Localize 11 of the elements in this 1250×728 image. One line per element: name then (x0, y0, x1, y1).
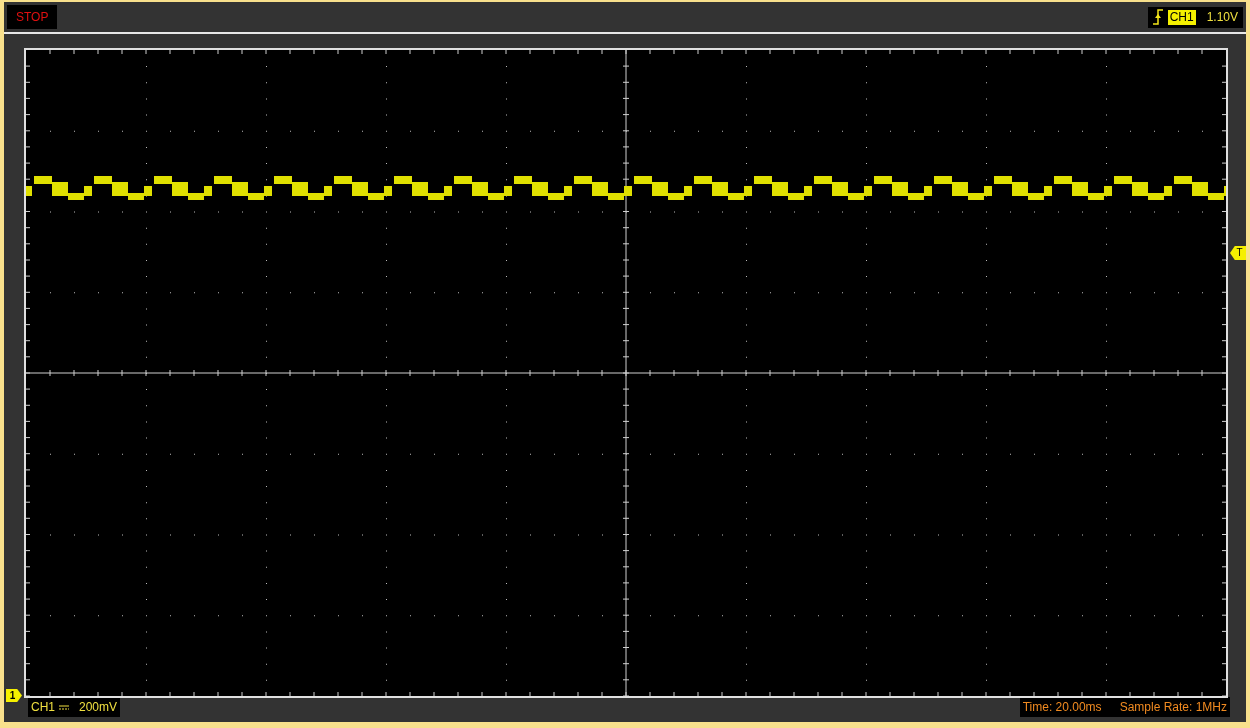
run-status: STOP (7, 5, 58, 29)
sample-rate: Sample Rate: 1MHz (1119, 699, 1227, 716)
dc-coupling-icon (59, 703, 69, 711)
timebase: Time: 20.00ms (1022, 699, 1102, 716)
channel-marker[interactable]: 1 (6, 689, 22, 702)
trigger-marker[interactable]: T (1230, 246, 1246, 260)
trigger-level: 1.10V (1206, 9, 1238, 26)
channel-scale: 200mV (79, 699, 118, 716)
channel-label: CH1 (31, 699, 55, 716)
rising-edge-icon (1152, 9, 1163, 25)
trigger-channel: CH1 (1167, 9, 1196, 25)
